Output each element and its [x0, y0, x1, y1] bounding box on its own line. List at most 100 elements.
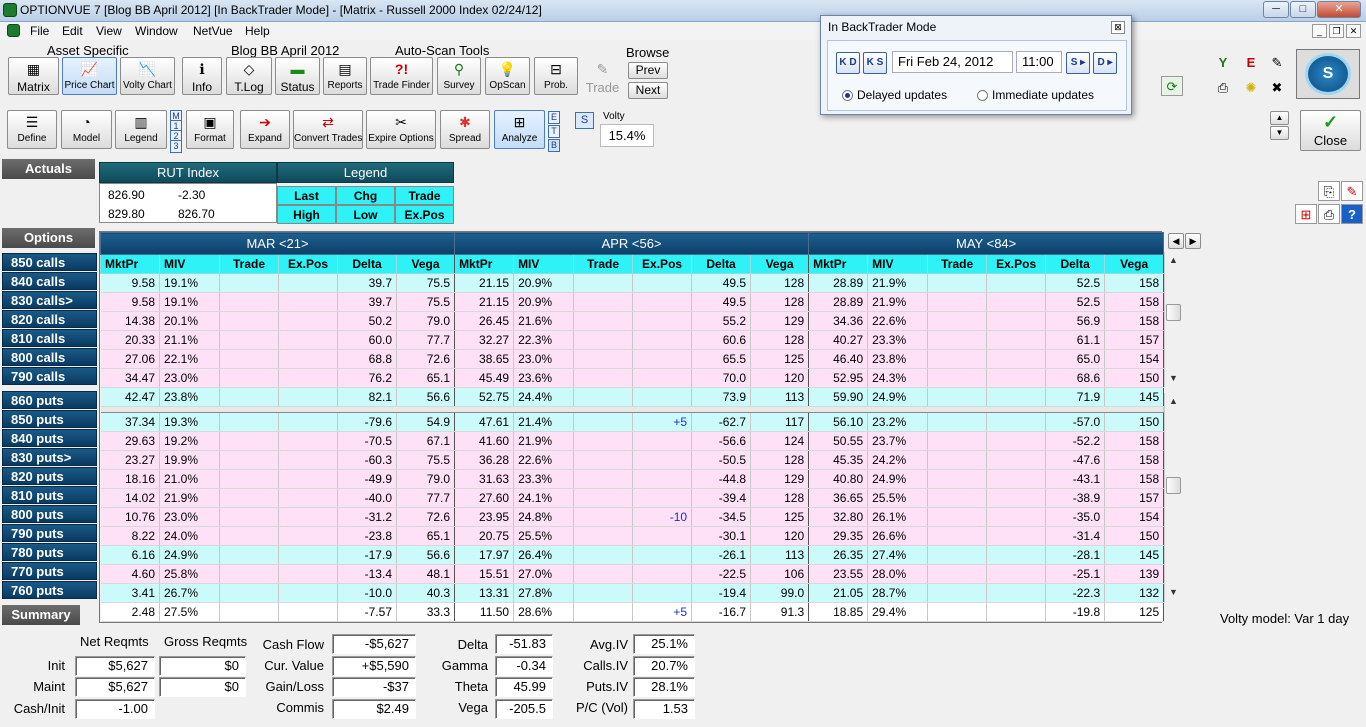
cell-expos[interactable] — [278, 450, 338, 470]
menu-help[interactable]: Help — [245, 24, 270, 38]
cell-expos[interactable] — [278, 368, 338, 388]
cell-expos[interactable] — [986, 507, 1047, 527]
row-label-800-puts[interactable]: 800 puts — [2, 505, 97, 523]
menu-view[interactable]: View — [96, 24, 122, 38]
trade-finder-button[interactable]: ?! Trade Finder — [370, 57, 433, 95]
cell-trade[interactable] — [927, 387, 988, 407]
export-icon[interactable]: E — [1240, 53, 1262, 73]
cell-expos[interactable] — [278, 583, 338, 603]
cell-expos[interactable] — [986, 583, 1047, 603]
define-button[interactable]: ☰ Define — [7, 110, 57, 149]
cell-expos[interactable] — [632, 564, 693, 584]
immediate-updates-radio[interactable] — [977, 90, 988, 101]
cell-trade[interactable] — [573, 330, 634, 350]
cell-expos[interactable] — [986, 564, 1047, 584]
minimize-button[interactable]: ─ — [1263, 1, 1289, 18]
cell-trade[interactable] — [927, 368, 988, 388]
puts-scroll-up[interactable]: ▲ — [1167, 395, 1180, 408]
prev-step-button[interactable]: K S — [863, 52, 887, 74]
cell-expos[interactable] — [278, 431, 338, 451]
cell-expos[interactable] — [278, 564, 338, 584]
cell-expos[interactable] — [632, 545, 693, 565]
price-chart-button[interactable]: 📈 Price Chart — [62, 57, 117, 95]
cell-trade[interactable] — [573, 526, 634, 546]
cell-expos[interactable] — [278, 488, 338, 508]
copy-icon[interactable]: ⎘ — [1318, 181, 1340, 201]
cell-trade[interactable] — [927, 292, 988, 312]
cell-expos[interactable] — [278, 469, 338, 489]
cell-trade[interactable] — [219, 387, 279, 407]
t-button[interactable]: T — [548, 125, 560, 138]
volty-chart-button[interactable]: 📉 Volty Chart — [120, 57, 175, 95]
row-label-800-calls[interactable]: 800 calls — [2, 348, 97, 366]
model-button[interactable]: ◔ Model — [61, 110, 112, 149]
row-label-860-puts[interactable]: 860 puts — [2, 391, 97, 409]
cell-trade[interactable] — [219, 469, 279, 489]
cell-trade[interactable] — [573, 583, 634, 603]
cell-trade[interactable] — [219, 602, 279, 622]
print-icon[interactable]: ⎙ — [1318, 204, 1340, 224]
opscan-button[interactable]: 💡 OpScan — [485, 57, 530, 95]
cell-trade[interactable] — [573, 349, 634, 369]
cell-expos[interactable]: +5 — [632, 602, 693, 622]
cell-trade[interactable] — [573, 545, 634, 565]
cell-expos[interactable] — [632, 469, 693, 489]
cell-expos[interactable] — [278, 526, 338, 546]
cell-expos[interactable] — [278, 330, 338, 350]
cell-trade[interactable] — [219, 273, 279, 293]
cell-trade[interactable] — [927, 450, 988, 470]
puts-scrollbar[interactable]: ▲ ▼ — [1164, 393, 1181, 602]
scroll-left-button[interactable]: ◀ — [1168, 233, 1184, 249]
cell-trade[interactable] — [219, 412, 279, 432]
cell-trade[interactable] — [573, 387, 634, 407]
backtrader-close-button[interactable]: ⊠ — [1111, 21, 1125, 34]
cell-expos[interactable] — [632, 431, 693, 451]
cell-expos[interactable]: +5 — [632, 412, 693, 432]
cell-expos[interactable] — [986, 526, 1047, 546]
cell-trade[interactable] — [573, 368, 634, 388]
cell-expos[interactable] — [986, 545, 1047, 565]
alert-icon[interactable]: ✺ — [1240, 78, 1262, 98]
cell-expos[interactable] — [632, 292, 693, 312]
cell-trade[interactable] — [573, 431, 634, 451]
row-label-790-calls[interactable]: 790 calls — [2, 367, 97, 385]
cell-expos[interactable] — [986, 602, 1047, 622]
info-button[interactable]: ℹ Info — [182, 57, 222, 95]
cell-trade[interactable] — [573, 273, 634, 293]
calls-scrollbar[interactable]: ▲ ▼ — [1164, 252, 1181, 387]
cell-trade[interactable] — [927, 431, 988, 451]
cell-expos[interactable] — [986, 412, 1047, 432]
cell-expos[interactable] — [278, 602, 338, 622]
edit-icon[interactable]: ✎ — [1341, 181, 1363, 201]
cell-trade[interactable] — [219, 583, 279, 603]
next-step-button[interactable]: S ▸ — [1066, 52, 1090, 74]
row-label-850-puts[interactable]: 850 puts — [2, 410, 97, 428]
analyze-button[interactable]: ⊞ Analyze — [494, 110, 545, 149]
cell-trade[interactable] — [219, 292, 279, 312]
expire-options-button[interactable]: ✂ Expire Options — [366, 110, 436, 149]
cell-trade[interactable] — [219, 564, 279, 584]
printer-icon[interactable]: ⎙ — [1212, 78, 1234, 98]
scroll-up-button[interactable]: ▲ — [1270, 111, 1289, 125]
reports-button[interactable]: ▤ Reports — [323, 57, 367, 95]
cell-trade[interactable] — [573, 469, 634, 489]
cell-expos[interactable] — [278, 545, 338, 565]
cell-expos[interactable] — [632, 526, 693, 546]
volty-value[interactable]: 15.4% — [600, 124, 654, 147]
cell-expos[interactable] — [278, 273, 338, 293]
cell-trade[interactable] — [219, 450, 279, 470]
cell-trade[interactable] — [219, 330, 279, 350]
menu-edit[interactable]: Edit — [62, 24, 83, 38]
b-button[interactable]: B — [548, 139, 560, 152]
row-label-760-puts[interactable]: 760 puts — [2, 581, 97, 599]
cell-trade[interactable] — [927, 526, 988, 546]
cell-expos[interactable] — [278, 387, 338, 407]
tlog-button[interactable]: ◇ T.Log — [226, 57, 272, 95]
row-label-810-puts[interactable]: 810 puts — [2, 486, 97, 504]
m3-button[interactable]: 3 — [170, 140, 182, 153]
s-button[interactable]: S — [575, 112, 594, 129]
delayed-updates-radio[interactable] — [842, 90, 853, 101]
row-label-790-puts[interactable]: 790 puts — [2, 524, 97, 542]
legend-button[interactable]: ▥ Legend — [115, 110, 167, 149]
cell-expos[interactable]: -10 — [632, 507, 693, 527]
